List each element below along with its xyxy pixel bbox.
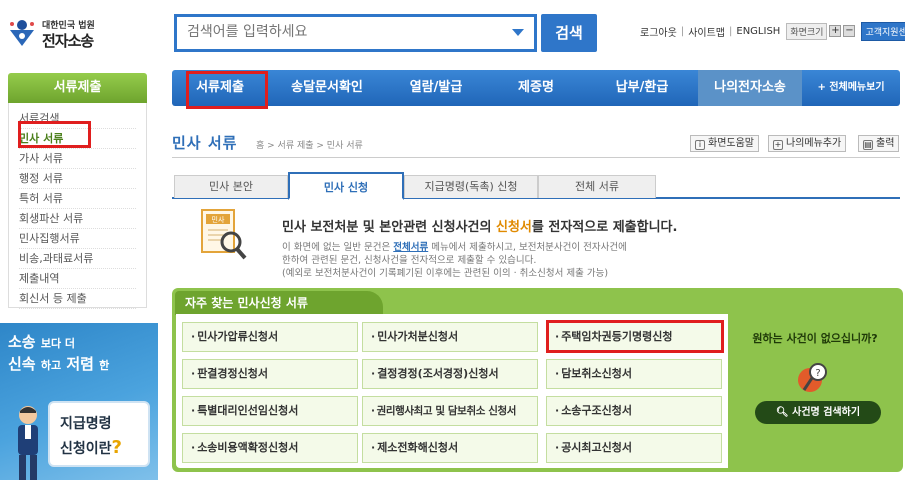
doc-pre-suit-settlement[interactable]: 제소전화해신청서 (362, 433, 538, 463)
highlight-box (186, 71, 268, 109)
search-button[interactable]: 검색 (541, 14, 597, 52)
doc-civil-provisional-disposition[interactable]: 민사가처분신청서 (362, 322, 538, 352)
doc-special-agent-appointment[interactable]: 특별대리인선임신청서 (182, 396, 358, 426)
dropdown-caret-icon[interactable] (512, 29, 524, 36)
search-box (174, 14, 537, 52)
logo-line2: 전자소송 (42, 32, 94, 50)
sidebar-item-submission-history[interactable]: 제출내역 (19, 269, 136, 289)
banner-line2: 신속 하고 저렴 한 (8, 355, 110, 373)
banner-board-line2: 신청이란? (60, 437, 122, 458)
screen-help-button[interactable]: i 화면도움말 (690, 135, 759, 152)
nav-tab-view-issue[interactable]: 열람/발급 (386, 70, 486, 106)
magnifier-question-icon: ? (798, 363, 827, 392)
intro-description: 이 화면에 없는 일반 문건은 전체서류 메뉴에서 제출하시고, 보전처분사건이… (282, 241, 627, 280)
page-title: 민사 서류 (172, 134, 238, 152)
doc-litigation-cost-determination[interactable]: 소송비용액확정신청서 (182, 433, 358, 463)
logout-link[interactable]: 로그아웃 (640, 24, 677, 39)
civil-document-search-icon: 민사 (201, 209, 247, 260)
doc-litigation-aid[interactable]: 소송구조신청서 (546, 396, 722, 426)
zoom-in-button[interactable]: + (829, 25, 842, 37)
nav-tab-certificates[interactable]: 제증명 (486, 70, 586, 106)
separator: | (680, 25, 685, 37)
person-illustration-icon (18, 406, 38, 480)
zoom-out-button[interactable]: − (843, 25, 856, 37)
doc-decision-correction[interactable]: 결정경정(조서경정)신청서 (362, 359, 538, 389)
tab-all-documents[interactable]: 전체 서류 (538, 175, 656, 198)
nav-tab-my-e-litigation[interactable]: 나의전자소송 (698, 70, 802, 106)
breadcrumb: 홈 > 서류 제출 > 민사 서류 (256, 141, 363, 151)
sidebar-header: 서류제출 (8, 73, 147, 103)
add-my-menu-button[interactable]: + 나의메뉴추가 (768, 135, 847, 152)
case-name-search-button[interactable]: 🔍︎ 사건명 검색하기 (755, 401, 881, 424)
payment-order-banner[interactable]: 소송 보다 더 신속 하고 저렴 한 지급명령 신청이란? (0, 323, 158, 480)
search-input[interactable] (177, 17, 497, 47)
sidebar-item-noncontentious-documents[interactable]: 비송,과태료서류 (19, 249, 136, 269)
sidebar-item-administrative-documents[interactable]: 행정 서류 (19, 169, 136, 189)
svg-text:?: ? (815, 368, 820, 379)
nav-tab-service-check[interactable]: 송달문서확인 (268, 70, 386, 106)
bookmark-icon: + (773, 140, 783, 150)
sidebar-item-civil-execution-documents[interactable]: 민사집행서류 (19, 229, 136, 249)
banner-line1: 소송 보다 더 (8, 333, 76, 351)
sidebar-item-family-documents[interactable]: 가사 서류 (19, 149, 136, 169)
all-documents-link[interactable]: 전체서류 (393, 242, 428, 253)
tab-civil-application[interactable]: 민사 신청 (288, 172, 404, 200)
help-question: 원하는 사건이 없으십니까? (752, 332, 878, 345)
doc-public-summons[interactable]: 공시최고신청서 (546, 433, 722, 463)
sidebar-item-patent-documents[interactable]: 특허 서류 (19, 189, 136, 209)
print-button[interactable]: ▤ 출력 (858, 135, 900, 152)
separator: | (729, 25, 733, 37)
printer-icon: ▤ (863, 140, 873, 150)
nav-all-menu-button[interactable]: + 전체메뉴보기 (802, 70, 900, 106)
highlight-box (546, 320, 724, 353)
court-emblem-icon (10, 20, 34, 46)
intro-line3: (예외로 보전처분사건이 기록폐기된 이후에는 관련된 이의 · 취소신청서 제… (282, 268, 609, 279)
search-icon: 🔍︎ (775, 407, 793, 418)
banner-board: 지급명령 신청이란? (48, 401, 150, 467)
tab-payment-order-application[interactable]: 지급명령(독촉) 신청 (404, 175, 538, 198)
intro-line1: 이 화면에 없는 일반 문건은 전체서류 메뉴에서 제출하시고, 보전처분사건이… (282, 242, 627, 253)
intro-heading: 민사 보전처분 및 본안관련 신청사건의 신청서를 전자적으로 제출합니다. (282, 220, 678, 235)
english-link[interactable]: ENGLISH (736, 26, 780, 37)
info-icon: i (695, 140, 705, 150)
doc-rights-exercise-notice[interactable]: 권리행사최고 및 담보취소 신청서 (362, 396, 538, 426)
doc-civil-provisional-attachment[interactable]: 민사가압류신청서 (182, 322, 358, 352)
zoom-label: 화면크기 (786, 22, 828, 40)
nav-tab-payment-refund[interactable]: 납부/환급 (586, 70, 698, 106)
tab-civil-main-case[interactable]: 민사 본안 (174, 175, 288, 198)
doc-icon-label: 민사 (212, 215, 225, 224)
support-center-link[interactable]: 고객지원센터 (861, 21, 905, 41)
frequent-documents-title: 자주 찾는 민사신청 서류 (175, 291, 383, 315)
sitemap-link[interactable]: 사이트맵 (688, 24, 725, 39)
case-name-search-label: 사건명 검색하기 (792, 407, 861, 418)
sidebar-item-bankruptcy-documents[interactable]: 회생파산 서류 (19, 209, 136, 229)
banner-board-line1: 지급명령 (60, 416, 112, 432)
doc-judgment-correction[interactable]: 판결경정신청서 (182, 359, 358, 389)
sub-tabs: 민사 본안 민사 신청 지급명령(독촉) 신청 전체 서류 (172, 172, 900, 200)
doc-security-cancellation[interactable]: 담보취소신청서 (546, 359, 722, 389)
court-logo[interactable]: 대한민국 법원 전자소송 (6, 14, 116, 54)
sidebar-item-reply-submission[interactable]: 회신서 등 제출 (19, 289, 136, 309)
title-divider (172, 157, 900, 158)
main-navigation: 서류제출 송달문서확인 열람/발급 제증명 납부/환급 나의전자소송 + 전체메… (172, 70, 900, 106)
highlight-box (18, 121, 91, 148)
utility-links: 로그아웃 | 사이트맵 | ENGLISH 화면크기 + − 고객지원센터 (640, 21, 905, 41)
intro-line2: 한하여 관련된 문건, 신청사건을 전자적으로 제출할 수 있습니다. (282, 255, 537, 266)
